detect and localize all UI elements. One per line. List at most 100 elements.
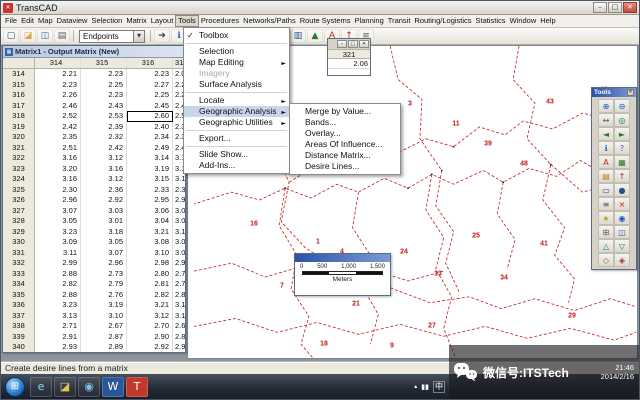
matrix-column-header[interactable]: 321 [328,49,370,59]
select-point-icon[interactable]: ● [614,183,630,197]
matrix-row-label[interactable]: 314 [3,69,35,80]
matrix-row-label[interactable]: 332 [3,258,35,269]
matrix-column-header[interactable]: 314 [35,58,81,68]
matrix-cell[interactable]: 3.04 [173,206,186,217]
matrix-row-label[interactable]: 331 [3,248,35,259]
menu-transit[interactable]: Transit [386,15,413,27]
matrix-cell[interactable]: 3.08 [127,237,173,248]
pan-icon[interactable]: ↔ [598,113,614,127]
matrix-cell[interactable]: 2.95 [127,195,173,206]
menu-layout[interactable]: Layout [149,15,176,27]
menu-routing-logistics[interactable]: Routing/Logistics [412,15,473,27]
next-view-icon[interactable]: ► [614,127,630,141]
matrix-cell[interactable]: 3.20 [35,164,81,175]
matrix-column-header[interactable]: 315 [81,58,127,68]
info-icon[interactable]: ℹ [598,141,614,155]
matrix-cell[interactable]: 2.81 [127,279,173,290]
matrix-cell[interactable]: 2.45 [127,101,173,112]
matrix-cell[interactable]: 3.19 [127,164,173,175]
matrix-cell[interactable]: 3.21 [127,300,173,311]
matrix-row-label[interactable]: 333 [3,269,35,280]
matrix-cell[interactable]: 2.52 [35,111,81,122]
menu-dataview[interactable]: Dataview [55,15,90,27]
matrix-row-label[interactable]: 336 [3,300,35,311]
restore-button[interactable]: □ [348,40,358,48]
menu-window[interactable]: Window [508,15,539,27]
matrix-cell[interactable]: 2.67 [81,321,127,332]
menu-item-bands[interactable]: Bands... [290,117,400,128]
matrix-cell[interactable]: 2.30 [35,185,81,196]
matrix-cell[interactable]: 2.93 [173,195,186,206]
diamond-tool-icon[interactable]: ◇ [598,253,614,267]
dataview-icon[interactable]: ▥ [290,29,306,43]
menu-procedures[interactable]: Procedures [199,15,241,27]
matrix-cell[interactable]: 2.39 [81,122,127,133]
menu-help[interactable]: Help [538,15,557,27]
chevron-down-icon[interactable]: ▼ [133,31,144,42]
close-button[interactable]: ✕ [359,40,369,48]
matrix-cell[interactable]: 2.33 [127,185,173,196]
menu-item-imagery[interactable]: Imagery [184,68,289,79]
matrix-cell[interactable]: 2.78 [173,269,186,280]
matrix-cell[interactable]: 3.04 [127,216,173,227]
minimize-button[interactable]: – [593,2,607,13]
world-icon[interactable]: ◉ [614,211,630,225]
menu-route-systems[interactable]: Route Systems [298,15,353,27]
matrix-row-label[interactable]: 322 [3,153,35,164]
menu-item-geographic-analysis[interactable]: Geographic Analysis► [184,106,289,117]
matrix-cell[interactable]: 2.60 [127,111,173,122]
matrix-cell[interactable]: 2.32 [81,132,127,143]
matrix-cell[interactable]: 2.06 [328,59,370,69]
new-file-icon[interactable]: ▢ [3,29,19,43]
matrix-window[interactable]: ▦ Matrix1 - Output Matrix (New) 31431531… [2,45,186,353]
matrix-cell[interactable]: 3.14 [127,153,173,164]
matrix-cell[interactable]: 3.07 [81,248,127,259]
transcad-icon[interactable]: T [126,377,148,397]
matrix-cell[interactable]: 2.42 [35,122,81,133]
taskbar-clock[interactable]: 21:46 2014/2/16 [601,363,634,381]
close-button[interactable]: ✕ [623,2,637,13]
matrix-row-label[interactable]: 317 [3,101,35,112]
start-button[interactable]: ⊞ [5,377,25,397]
matrix-cell[interactable]: 3.15 [127,174,173,185]
matrix-cell[interactable]: 2.92 [81,195,127,206]
matrix-row-label[interactable]: 337 [3,311,35,322]
matrix-cell[interactable]: 3.03 [81,206,127,217]
save-view-icon[interactable]: ◫ [614,225,630,239]
matrix-cell[interactable]: 2.88 [173,332,186,343]
matrix-cell[interactable]: 3.02 [173,216,186,227]
menu-item-locate[interactable]: Locate► [184,95,289,106]
matrix-row-label[interactable]: 318 [3,111,35,122]
language-indicator[interactable]: 中 [433,381,445,393]
matrix-row-label[interactable]: 326 [3,195,35,206]
title-bar[interactable]: ✕ TransCAD – □ ✕ [1,1,639,15]
down-icon[interactable]: ▽ [614,239,630,253]
matrix-cell[interactable]: 2.43 [81,101,127,112]
matrix-window-titlebar[interactable]: ▦ Matrix1 - Output Matrix (New) [3,46,185,58]
matrix-cell[interactable]: 2.98 [127,258,173,269]
matrix-cell[interactable]: 3.16 [35,153,81,164]
menu-item-distance-matrix[interactable]: Distance Matrix... [290,150,400,161]
matrix-cell[interactable]: 3.19 [173,300,186,311]
matrix-row-label[interactable]: 319 [3,122,35,133]
open-folder-icon[interactable]: ◪ [20,29,36,43]
menu-statistics[interactable]: Statistics [474,15,508,27]
matrix-cell[interactable]: 2.26 [35,90,81,101]
matrix-cell[interactable]: 3.05 [81,237,127,248]
matrix-cell[interactable]: 2.96 [81,258,127,269]
matrix-row-label[interactable]: 340 [3,342,35,353]
palette-close-icon[interactable]: ✕ [627,89,634,96]
matrix-cell[interactable]: 2.76 [81,290,127,301]
menu-map[interactable]: Map [36,15,55,27]
north-arrow-icon[interactable]: ↑ [614,169,630,183]
matrix-cell[interactable]: 2.71 [35,321,81,332]
endpoints-dropdown[interactable]: Endpoints ▼ [79,30,145,43]
matrix-cell[interactable]: 2.82 [35,279,81,290]
matrix-cell[interactable]: 2.88 [35,269,81,280]
maximize-button[interactable]: □ [608,2,622,13]
matrix-cell[interactable]: 2.21 [35,69,81,80]
matrix-cell[interactable]: 2.79 [81,279,127,290]
menu-item-slide-show[interactable]: Slide Show... [184,149,289,160]
menu-item-selection[interactable]: Selection [184,46,289,57]
menu-matrix[interactable]: Matrix [124,15,148,27]
